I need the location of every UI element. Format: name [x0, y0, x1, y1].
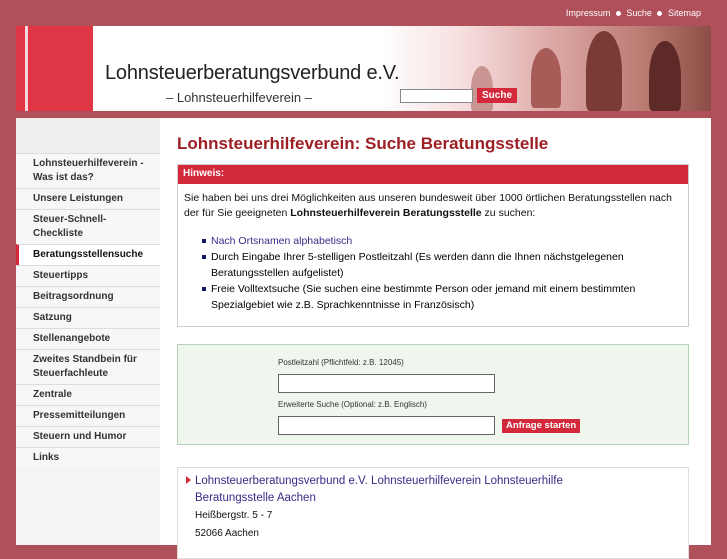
top-navigation: Impressum Suche Sitemap: [566, 8, 701, 18]
sidebar-item-standbein[interactable]: Zweites Standbein für Steuerfachleute: [16, 349, 160, 384]
site-header: Lohnsteuerberatungsverbund e.V. – Lohnst…: [16, 26, 711, 111]
extended-search-input[interactable]: [278, 416, 495, 435]
hint-text: Sie haben bei uns drei Möglichkeiten aus…: [178, 184, 688, 221]
sidebar: Lohnsteuerhilfeverein - Was ist das? Uns…: [16, 118, 160, 545]
sidebar-item-beratungsstellensuche[interactable]: Beratungsstellensuche: [16, 244, 160, 265]
sitemap-link[interactable]: Sitemap: [668, 8, 701, 18]
list-item: Freie Volltextsuche (Sie suchen eine bes…: [178, 281, 688, 313]
search-form: Postleitzahl (Pflichtfeld: z.B. 12045) E…: [177, 344, 689, 445]
separator-dot-icon: [615, 10, 621, 16]
sidebar-item-humor[interactable]: Steuern und Humor: [16, 426, 160, 447]
extended-search-label: Erweiterte Suche (Optional: z.B. Englisc…: [278, 400, 427, 409]
sidebar-item-pressemitteilungen[interactable]: Pressemitteilungen: [16, 405, 160, 426]
list-item: Durch Eingabe Ihrer 5-stelligen Postleit…: [178, 249, 688, 281]
suche-link[interactable]: Suche: [626, 8, 652, 18]
result-city: 52066 Aachen: [195, 528, 259, 539]
sidebar-item-stellenangebote[interactable]: Stellenangebote: [16, 328, 160, 349]
list-item: Nach Ortsnamen alphabetisch: [178, 233, 688, 249]
search-options-list: Nach Ortsnamen alphabetisch Durch Eingab…: [178, 233, 688, 313]
logo-stripe: [25, 26, 28, 111]
hint-box: Hinweis: Sie haben bei uns drei Möglichk…: [177, 164, 689, 327]
result-link[interactable]: Lohnsteuerberatungsverbund e.V. Lohnsteu…: [195, 473, 635, 507]
impressum-link[interactable]: Impressum: [566, 8, 611, 18]
sidebar-item-was-ist-das[interactable]: Lohnsteuerhilfeverein - Was ist das?: [16, 153, 160, 188]
result-street: Heißbergstr. 5 - 7: [195, 510, 273, 521]
plz-label: Postleitzahl (Pflichtfeld: z.B. 12045): [278, 358, 404, 367]
sidebar-item-links[interactable]: Links: [16, 447, 160, 468]
sidebar-item-steuertipps[interactable]: Steuertipps: [16, 265, 160, 286]
hint-heading: Hinweis:: [178, 165, 688, 184]
arrow-right-icon: [186, 476, 191, 484]
sidebar-item-checkliste[interactable]: Steuer-Schnell-Checkliste: [16, 209, 160, 244]
site-title: Lohnsteuerberatungsverbund e.V.: [105, 62, 400, 84]
plz-input[interactable]: [278, 374, 495, 393]
separator-dot-icon: [657, 10, 663, 16]
hint-text-part: zu suchen:: [481, 207, 536, 219]
header-search-button[interactable]: Suche: [477, 88, 518, 103]
page-title: Lohnsteuerhilfeverein: Suche Beratungsst…: [177, 134, 549, 153]
main-content: Lohnsteuerhilfeverein: Suche Beratungsst…: [177, 118, 689, 559]
sidebar-item-satzung[interactable]: Satzung: [16, 307, 160, 328]
result-item: Lohnsteuerberatungsverbund e.V. Lohnsteu…: [177, 467, 689, 559]
sidebar-item-beitragsordnung[interactable]: Beitragsordnung: [16, 286, 160, 307]
content-area: Lohnsteuerhilfeverein - Was ist das? Uns…: [16, 118, 711, 559]
alphabetical-link[interactable]: Nach Ortsnamen alphabetisch: [211, 235, 352, 247]
header-search-input[interactable]: [400, 89, 473, 103]
sidebar-item-zentrale[interactable]: Zentrale: [16, 384, 160, 405]
site-subtitle: – Lohnsteuerhilfeverein –: [166, 90, 312, 105]
sidebar-header: [16, 118, 160, 153]
submit-button[interactable]: Anfrage starten: [502, 419, 581, 433]
sidebar-item-leistungen[interactable]: Unsere Leistungen: [16, 188, 160, 209]
hint-text-bold: Lohnsteuerhilfeverein Beratungsstelle: [290, 207, 482, 219]
